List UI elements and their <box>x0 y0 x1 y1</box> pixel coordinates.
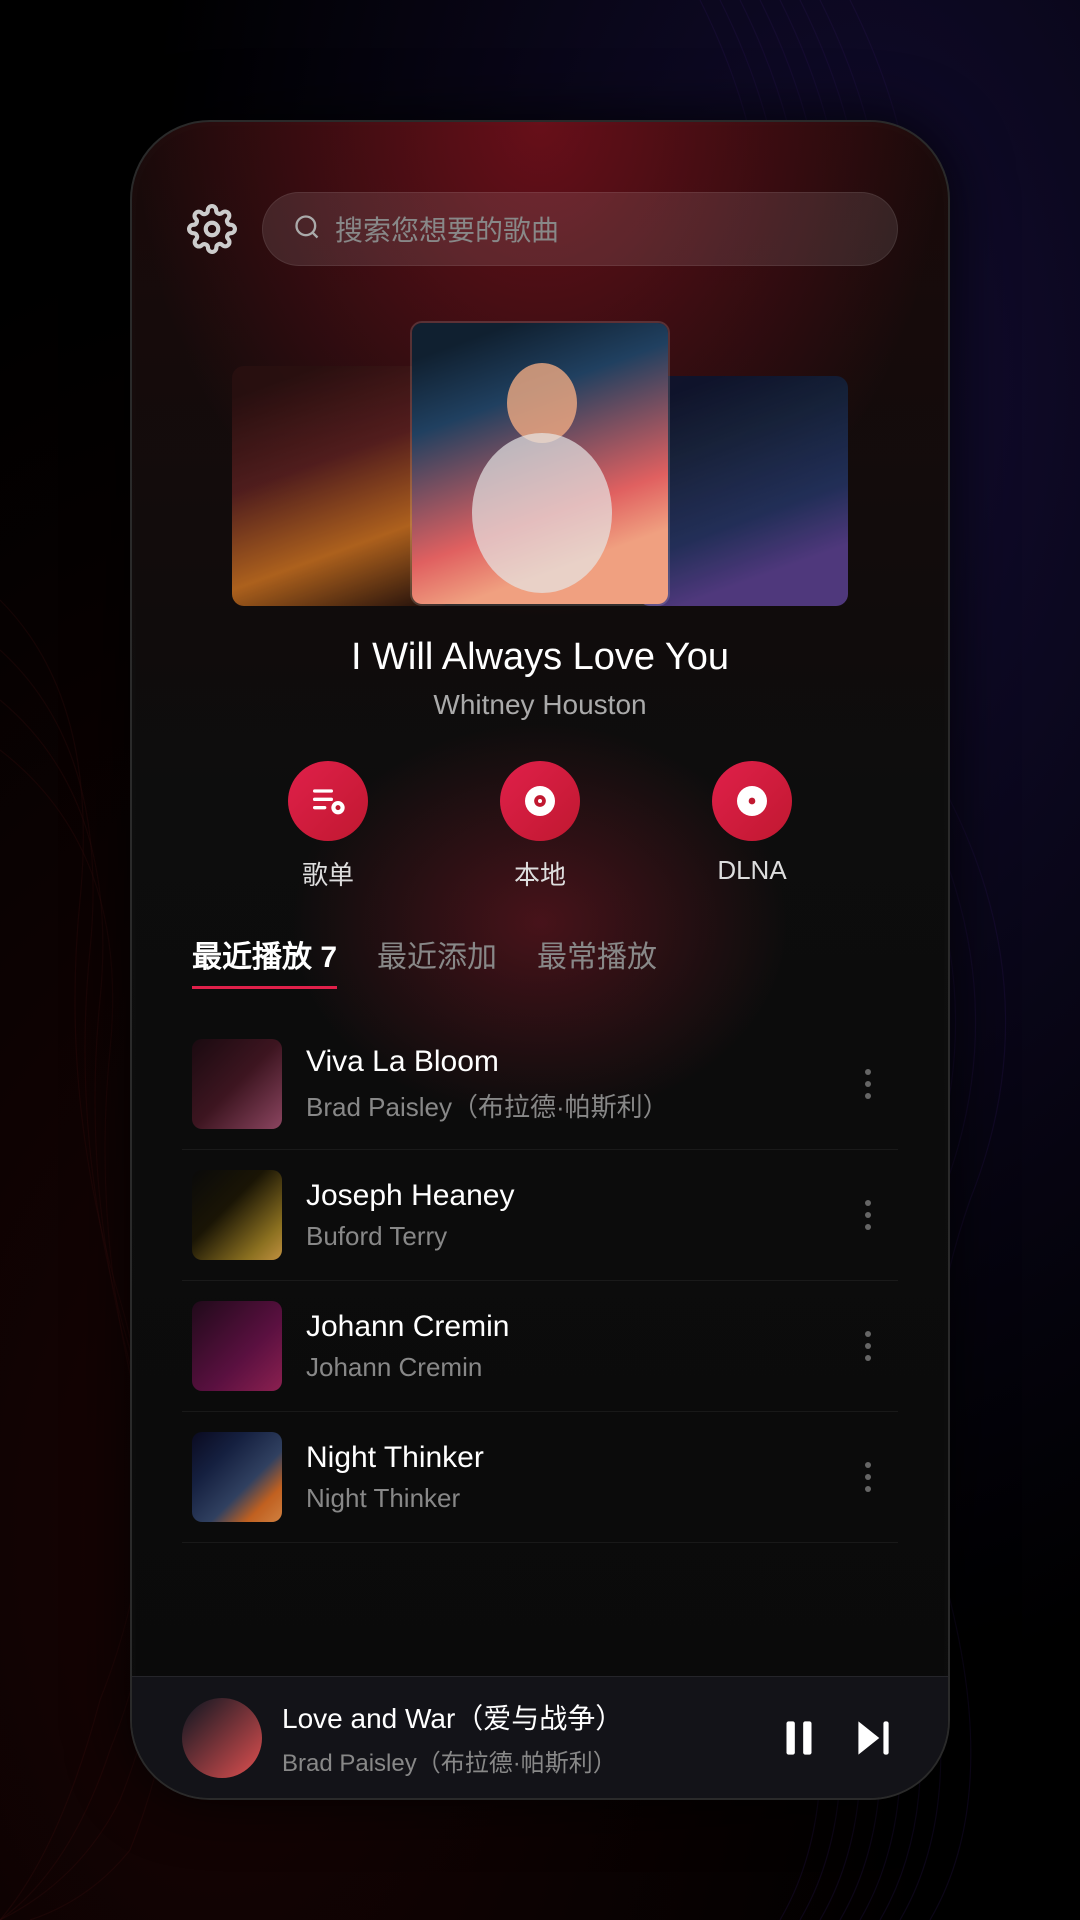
song-item-4[interactable]: Night Thinker Night Thinker <box>182 1412 898 1543</box>
dot <box>865 1224 871 1230</box>
bar-controls <box>774 1713 898 1763</box>
song-thumb-1 <box>192 1039 282 1129</box>
song-thumb-2 <box>192 1170 282 1260</box>
dot <box>865 1474 871 1480</box>
nav-item-local[interactable]: 本地 <box>500 761 580 892</box>
search-placeholder: 搜索您想要的歌曲 <box>335 209 559 249</box>
dot <box>865 1069 871 1075</box>
tab-count: 7 <box>320 941 337 974</box>
song-info-4: Night Thinker Night Thinker <box>306 1441 824 1514</box>
dot <box>865 1343 871 1349</box>
song-info-2: Joseph Heaney Buford Terry <box>306 1179 824 1252</box>
song-artist-4: Night Thinker <box>306 1483 824 1514</box>
bar-artist: Brad Paisley（布拉德·帕斯利） <box>282 1743 754 1778</box>
song-artist-2: Buford Terry <box>306 1221 824 1252</box>
bar-thumb <box>182 1698 262 1778</box>
tabs: 最近播放 7 最近添加 最常播放 <box>182 932 898 989</box>
bar-title: Love and War（爱与战争） <box>282 1697 754 1737</box>
dot <box>865 1486 871 1492</box>
song-more-1[interactable] <box>848 1069 888 1099</box>
tab-most-played[interactable]: 最常播放 <box>537 932 657 989</box>
tab-recently-added[interactable]: 最近添加 <box>377 932 497 989</box>
nav-icons: 歌单 本地 <box>182 761 898 892</box>
search-bar[interactable]: 搜索您想要的歌曲 <box>262 192 898 266</box>
now-playing-title: I Will Always Love You <box>182 636 898 679</box>
next-button[interactable] <box>848 1713 898 1763</box>
nav-label-playlist: 歌单 <box>302 855 354 892</box>
playlist-icon-circle <box>288 761 368 841</box>
bar-info: Love and War（爱与战争） Brad Paisley（布拉德·帕斯利） <box>282 1697 754 1778</box>
dlna-icon-circle <box>712 761 792 841</box>
phone-content: 搜索您想要的歌曲 <box>132 122 948 1798</box>
dot <box>865 1355 871 1361</box>
dot <box>865 1462 871 1468</box>
song-item-3[interactable]: Johann Cremin Johann Cremin <box>182 1281 898 1412</box>
dot <box>865 1212 871 1218</box>
tab-recent-play[interactable]: 最近播放 7 <box>192 932 337 989</box>
dot <box>865 1081 871 1087</box>
pause-button[interactable] <box>774 1713 824 1763</box>
song-list: Viva La Bloom Brad Paisley（布拉德·帕斯利） Jose… <box>182 1019 898 1676</box>
song-thumb-3 <box>192 1301 282 1391</box>
local-icon-circle <box>500 761 580 841</box>
nav-item-dlna[interactable]: DLNA <box>712 761 792 892</box>
song-more-4[interactable] <box>848 1462 888 1492</box>
song-item-2[interactable]: Joseph Heaney Buford Terry <box>182 1150 898 1281</box>
nav-label-dlna: DLNA <box>717 855 786 886</box>
song-info-3: Johann Cremin Johann Cremin <box>306 1310 824 1383</box>
song-title-4: Night Thinker <box>306 1441 824 1475</box>
nav-label-local: 本地 <box>514 855 566 892</box>
song-more-2[interactable] <box>848 1200 888 1230</box>
song-artist-3: Johann Cremin <box>306 1352 824 1383</box>
song-title-2: Joseph Heaney <box>306 1179 824 1213</box>
album-art-center <box>412 323 668 604</box>
song-info-1: Viva La Bloom Brad Paisley（布拉德·帕斯利） <box>306 1045 824 1124</box>
song-more-3[interactable] <box>848 1331 888 1361</box>
dot <box>865 1331 871 1337</box>
song-thumb-4 <box>192 1432 282 1522</box>
song-item-1[interactable]: Viva La Bloom Brad Paisley（布拉德·帕斯利） <box>182 1019 898 1150</box>
album-carousel <box>182 306 898 606</box>
now-playing-info: I Will Always Love You Whitney Houston <box>182 636 898 721</box>
settings-button[interactable] <box>182 199 242 259</box>
dot <box>865 1200 871 1206</box>
dot <box>865 1093 871 1099</box>
album-card-center[interactable] <box>410 321 670 606</box>
phone-frame: 搜索您想要的歌曲 <box>130 120 950 1800</box>
search-icon <box>293 213 321 246</box>
now-playing-artist: Whitney Houston <box>182 689 898 721</box>
song-title-3: Johann Cremin <box>306 1310 824 1344</box>
song-artist-1: Brad Paisley（布拉德·帕斯利） <box>306 1087 824 1124</box>
now-playing-bar[interactable]: Love and War（爱与战争） Brad Paisley（布拉德·帕斯利） <box>132 1676 948 1798</box>
header: 搜索您想要的歌曲 <box>182 192 898 266</box>
song-title-1: Viva La Bloom <box>306 1045 824 1079</box>
nav-item-playlist[interactable]: 歌单 <box>288 761 368 892</box>
